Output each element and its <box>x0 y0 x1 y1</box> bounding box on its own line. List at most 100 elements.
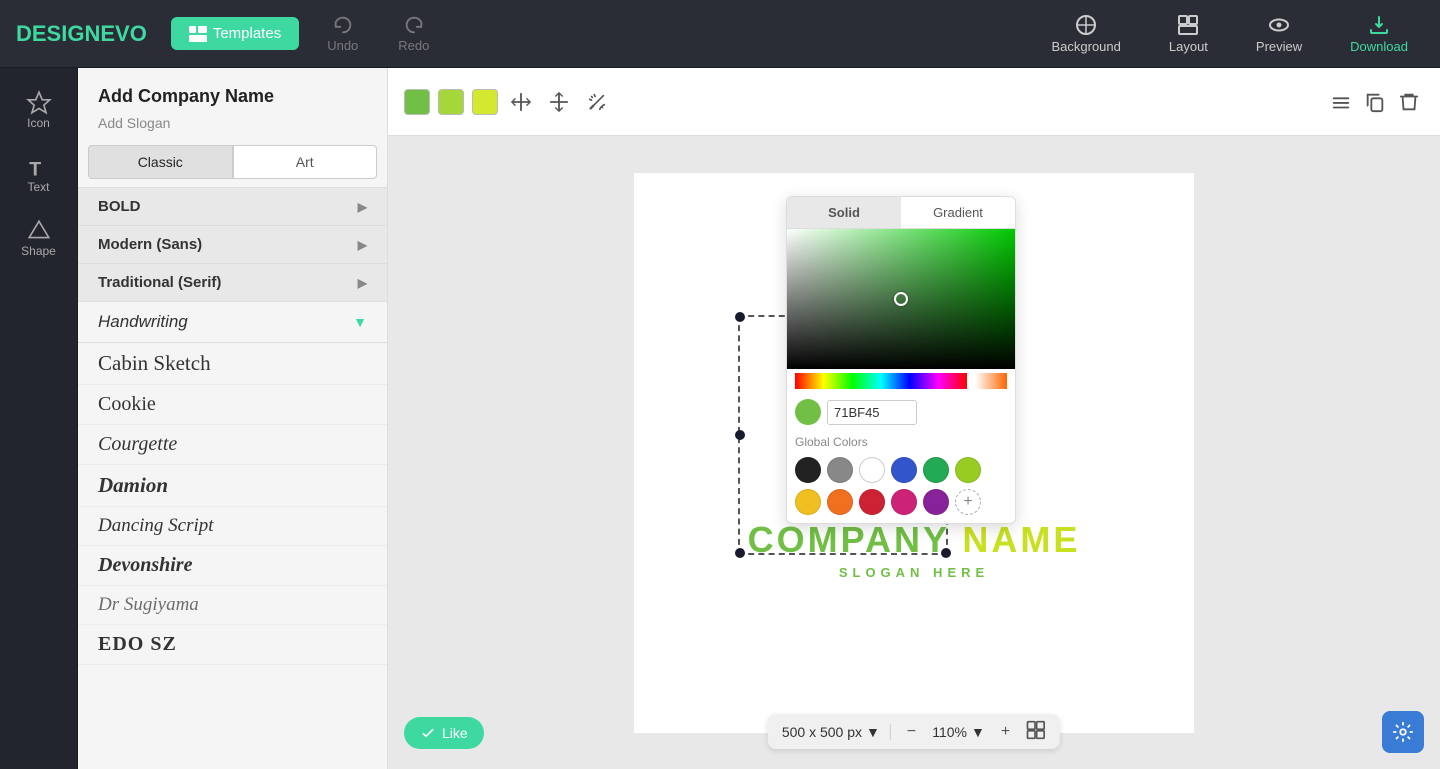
layer-button[interactable] <box>1326 87 1356 117</box>
tab-art[interactable]: Art <box>233 145 378 179</box>
global-color-add-button[interactable]: + <box>955 489 981 515</box>
slogan-display: SLOGAN HERE <box>839 565 989 580</box>
main-area: Icon T Text Shape Add Company Name Add S… <box>0 68 1440 769</box>
font-courgette[interactable]: Courgette <box>78 425 387 465</box>
sidebar-item-shape[interactable]: Shape <box>0 208 77 268</box>
flip-vertical-button[interactable] <box>544 87 574 117</box>
font-cabin-sketch[interactable]: Cabin Sketch <box>78 343 387 385</box>
color-picker-popup: Solid Gradient Global Colors <box>786 196 1016 524</box>
sidebar-text-label: Text <box>27 180 49 194</box>
like-label: Like <box>442 725 468 741</box>
opacity-bar[interactable] <box>975 373 1007 389</box>
bottom-bar: 500 x 500 px ▼ − 110% ▼ + <box>768 714 1060 749</box>
preview-button[interactable]: Preview <box>1240 13 1318 54</box>
color-tab-solid[interactable]: Solid <box>787 197 901 228</box>
category-traditional[interactable]: Traditional (Serif) ▶ <box>78 263 387 301</box>
undo-label: Undo <box>327 38 358 53</box>
templates-icon <box>189 26 207 42</box>
text-icon: T <box>26 154 52 180</box>
preview-icon <box>1267 13 1291 37</box>
font-dr-sugiyama[interactable]: Dr Sugiyama <box>78 586 387 625</box>
color-gradient-canvas[interactable] <box>787 229 1015 369</box>
logo-design: DESIGN <box>16 21 100 46</box>
color-hex-input[interactable] <box>827 400 917 425</box>
font-edo-sz[interactable]: EDO SZ <box>78 625 387 665</box>
zoom-value: 110% <box>932 724 967 740</box>
global-color-gray[interactable] <box>827 457 853 483</box>
hue-bar[interactable] <box>795 373 967 389</box>
layer-icon <box>1330 91 1352 113</box>
global-color-white[interactable] <box>859 457 885 483</box>
global-color-lime[interactable] <box>955 457 981 483</box>
undo-button[interactable]: Undo <box>315 14 370 53</box>
flip-horizontal-button[interactable] <box>506 87 536 117</box>
size-dropdown-arrow: ▼ <box>866 724 880 740</box>
font-cookie[interactable]: Cookie <box>78 385 387 425</box>
color-tab-gradient[interactable]: Gradient <box>901 197 1015 228</box>
color-swatch-yellow[interactable] <box>472 89 498 115</box>
global-color-green[interactable] <box>923 457 949 483</box>
color-swatch-green[interactable] <box>404 89 430 115</box>
global-color-orange[interactable] <box>827 489 853 515</box>
svg-text:T: T <box>29 159 41 180</box>
download-icon <box>1367 13 1391 37</box>
copy-button[interactable] <box>1360 87 1390 117</box>
delete-button[interactable] <box>1394 87 1424 117</box>
layout-icon <box>1176 13 1200 37</box>
size-dropdown[interactable]: 500 x 500 px ▼ <box>782 724 891 740</box>
handwriting-label: Handwriting <box>98 312 188 332</box>
category-traditional-arrow: ▶ <box>358 276 367 290</box>
font-list: BOLD ▶ Modern (Sans) ▶ Traditional (Seri… <box>78 187 387 769</box>
settings-cog-button[interactable] <box>1382 711 1424 753</box>
zoom-minus-button[interactable]: − <box>901 721 922 743</box>
magic-icon <box>586 91 608 113</box>
global-color-pink[interactable] <box>891 489 917 515</box>
redo-button[interactable]: Redo <box>386 14 441 53</box>
category-bold[interactable]: BOLD ▶ <box>78 187 387 225</box>
color-swatch-lime[interactable] <box>438 89 464 115</box>
sidebar-shape-label: Shape <box>21 244 56 258</box>
preview-label: Preview <box>1256 39 1302 54</box>
tab-classic[interactable]: Classic <box>88 145 233 179</box>
handle-bottom-left[interactable] <box>735 548 745 558</box>
sidebar-item-text[interactable]: T Text <box>0 144 77 204</box>
global-color-purple[interactable] <box>923 489 949 515</box>
zoom-plus-button[interactable]: + <box>995 721 1016 743</box>
category-modern[interactable]: Modern (Sans) ▶ <box>78 225 387 263</box>
global-color-black[interactable] <box>795 457 821 483</box>
like-button[interactable]: Like <box>404 717 484 749</box>
sidebar-item-icon[interactable]: Icon <box>0 80 77 140</box>
layout-label: Layout <box>1169 39 1208 54</box>
global-color-yellow[interactable] <box>795 489 821 515</box>
zoom-display: 110% ▼ <box>932 724 985 740</box>
redo-label: Redo <box>398 38 429 53</box>
category-bold-arrow: ▶ <box>358 200 367 214</box>
handwriting-category[interactable]: Handwriting ▼ <box>78 301 387 343</box>
background-button[interactable]: Background <box>1035 13 1136 54</box>
shape-icon <box>26 218 52 244</box>
font-devonshire[interactable]: Devonshire <box>78 546 387 586</box>
download-button[interactable]: Download <box>1334 13 1424 54</box>
templates-button[interactable]: Templates <box>171 17 299 50</box>
font-dancing-script[interactable]: Dancing Script <box>78 507 387 546</box>
global-color-red[interactable] <box>859 489 885 515</box>
font-panel: Add Company Name Add Slogan Classic Art … <box>78 68 388 769</box>
handle-mid-left[interactable] <box>735 430 745 440</box>
left-sidebar: Icon T Text Shape <box>0 68 78 769</box>
magic-button[interactable] <box>582 87 612 117</box>
global-color-blue[interactable] <box>891 457 917 483</box>
size-label: 500 x 500 px <box>782 724 862 740</box>
category-bold-label: BOLD <box>98 198 141 215</box>
font-tabs: Classic Art <box>88 145 377 179</box>
grid-icon <box>1026 720 1046 740</box>
layout-button[interactable]: Layout <box>1153 13 1224 54</box>
grid-button[interactable] <box>1026 720 1046 743</box>
color-picker-cursor <box>894 292 908 306</box>
toolbar-right-actions <box>1326 87 1424 117</box>
color-current-swatch[interactable] <box>795 399 821 425</box>
handle-top-left[interactable] <box>735 312 745 322</box>
templates-label: Templates <box>213 25 281 42</box>
color-input-row <box>787 393 1015 431</box>
background-icon <box>1074 13 1098 37</box>
font-damion[interactable]: Damion <box>78 465 387 507</box>
